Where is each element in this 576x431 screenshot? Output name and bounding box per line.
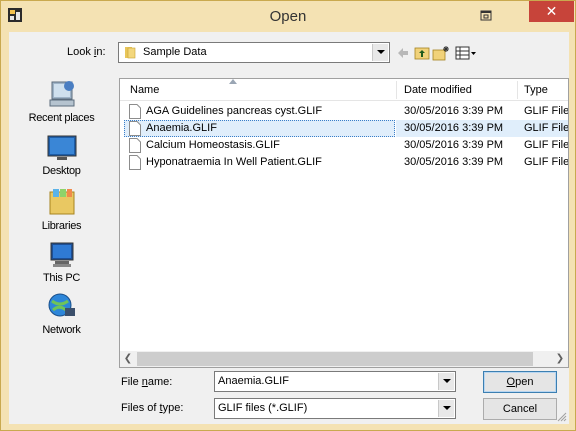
file-type-select[interactable]: GLIF files (*.GLIF) bbox=[214, 398, 456, 419]
look-in-dropdown-button[interactable] bbox=[372, 44, 388, 61]
scrollbar-thumb[interactable] bbox=[137, 352, 533, 366]
file-type-dropdown-button[interactable] bbox=[438, 400, 454, 417]
chevron-down-icon bbox=[377, 50, 385, 54]
file-type-label: Files of type: bbox=[121, 402, 184, 414]
restore-icon[interactable] bbox=[479, 9, 493, 23]
places-bar: Recent places Desktop Libraries This PC … bbox=[9, 78, 114, 348]
libraries-icon bbox=[49, 189, 74, 215]
file-name-input[interactable]: Anaemia.GLIF bbox=[214, 371, 456, 392]
chevron-down-icon bbox=[443, 406, 451, 410]
file-row-selected[interactable]: Anaemia.GLIF 30/05/2016 3:39 PM GLIF Fil… bbox=[120, 120, 569, 137]
file-name-dropdown-button[interactable] bbox=[438, 373, 454, 390]
sort-ascending-icon bbox=[229, 79, 237, 84]
network-icon bbox=[48, 293, 75, 317]
place-recent-places[interactable]: Recent places bbox=[9, 78, 114, 124]
close-icon: ✕ bbox=[545, 3, 558, 19]
file-name: Anaemia.GLIF bbox=[146, 122, 217, 134]
file-name-value: Anaemia.GLIF bbox=[218, 375, 289, 387]
file-type: GLIF File bbox=[524, 122, 569, 134]
recent-places-icon bbox=[49, 81, 74, 107]
view-menu-icon[interactable] bbox=[455, 45, 477, 61]
file-row[interactable]: Hyponatraemia In Well Patient.GLIF 30/05… bbox=[120, 154, 569, 171]
new-folder-icon[interactable] bbox=[432, 45, 450, 61]
file-list-header: Name Date modified Type bbox=[120, 79, 568, 101]
column-divider[interactable] bbox=[396, 81, 397, 99]
folder-icon bbox=[125, 47, 136, 59]
open-button[interactable]: Open bbox=[483, 371, 557, 393]
desktop-icon bbox=[47, 135, 76, 160]
file-icon bbox=[129, 104, 141, 119]
horizontal-scrollbar[interactable]: ❮ ❯ bbox=[120, 351, 568, 367]
column-header-name[interactable]: Name bbox=[130, 84, 159, 96]
file-row[interactable]: AGA Guidelines pancreas cyst.GLIF 30/05/… bbox=[120, 103, 569, 120]
place-this-pc[interactable]: This PC bbox=[9, 240, 114, 284]
column-divider[interactable] bbox=[517, 81, 518, 99]
look-in-label: Look in: bbox=[67, 46, 106, 58]
dialog-client: Look in: Sample Data Recent places Deskt… bbox=[9, 32, 569, 424]
file-date: 30/05/2016 3:39 PM bbox=[404, 122, 504, 134]
file-name-label: File name: bbox=[121, 376, 173, 388]
file-date: 30/05/2016 3:39 PM bbox=[404, 105, 504, 117]
resize-grip-icon[interactable] bbox=[557, 412, 567, 422]
file-name: Calcium Homeostasis.GLIF bbox=[146, 139, 280, 151]
look-in-combo[interactable]: Sample Data bbox=[118, 42, 390, 63]
file-name: Hyponatraemia In Well Patient.GLIF bbox=[146, 156, 322, 168]
back-arrow-icon[interactable] bbox=[396, 45, 410, 61]
file-list[interactable]: Name Date modified Type AGA Guidelines p… bbox=[119, 78, 569, 368]
look-in-value: Sample Data bbox=[143, 46, 207, 58]
file-type: GLIF File bbox=[524, 139, 569, 151]
cancel-button[interactable]: Cancel bbox=[483, 398, 557, 420]
file-row[interactable]: Calcium Homeostasis.GLIF 30/05/2016 3:39… bbox=[120, 137, 569, 154]
file-icon bbox=[129, 121, 141, 136]
close-button[interactable]: ✕ bbox=[529, 1, 574, 22]
file-date: 30/05/2016 3:39 PM bbox=[404, 139, 504, 151]
scroll-left-arrow-icon[interactable]: ❮ bbox=[120, 351, 136, 367]
column-header-date[interactable]: Date modified bbox=[404, 84, 472, 96]
open-dialog: Open ✕ Look in: Sample Data Recent place… bbox=[0, 0, 576, 431]
file-type: GLIF File bbox=[524, 156, 569, 168]
up-folder-icon[interactable] bbox=[414, 45, 430, 61]
title-bar[interactable]: Open ✕ bbox=[1, 1, 575, 31]
file-icon bbox=[129, 155, 141, 170]
place-network[interactable]: Network bbox=[9, 290, 114, 336]
chevron-down-icon bbox=[443, 379, 451, 383]
file-type: GLIF File bbox=[524, 105, 569, 117]
file-name: AGA Guidelines pancreas cyst.GLIF bbox=[146, 105, 323, 117]
place-desktop[interactable]: Desktop bbox=[9, 133, 114, 177]
this-pc-icon bbox=[50, 242, 73, 267]
place-libraries[interactable]: Libraries bbox=[9, 186, 114, 232]
file-date: 30/05/2016 3:39 PM bbox=[404, 156, 504, 168]
file-type-value: GLIF files (*.GLIF) bbox=[218, 402, 308, 414]
scroll-right-arrow-icon[interactable]: ❯ bbox=[552, 351, 568, 367]
file-icon bbox=[129, 138, 141, 153]
column-header-type[interactable]: Type bbox=[524, 84, 548, 96]
